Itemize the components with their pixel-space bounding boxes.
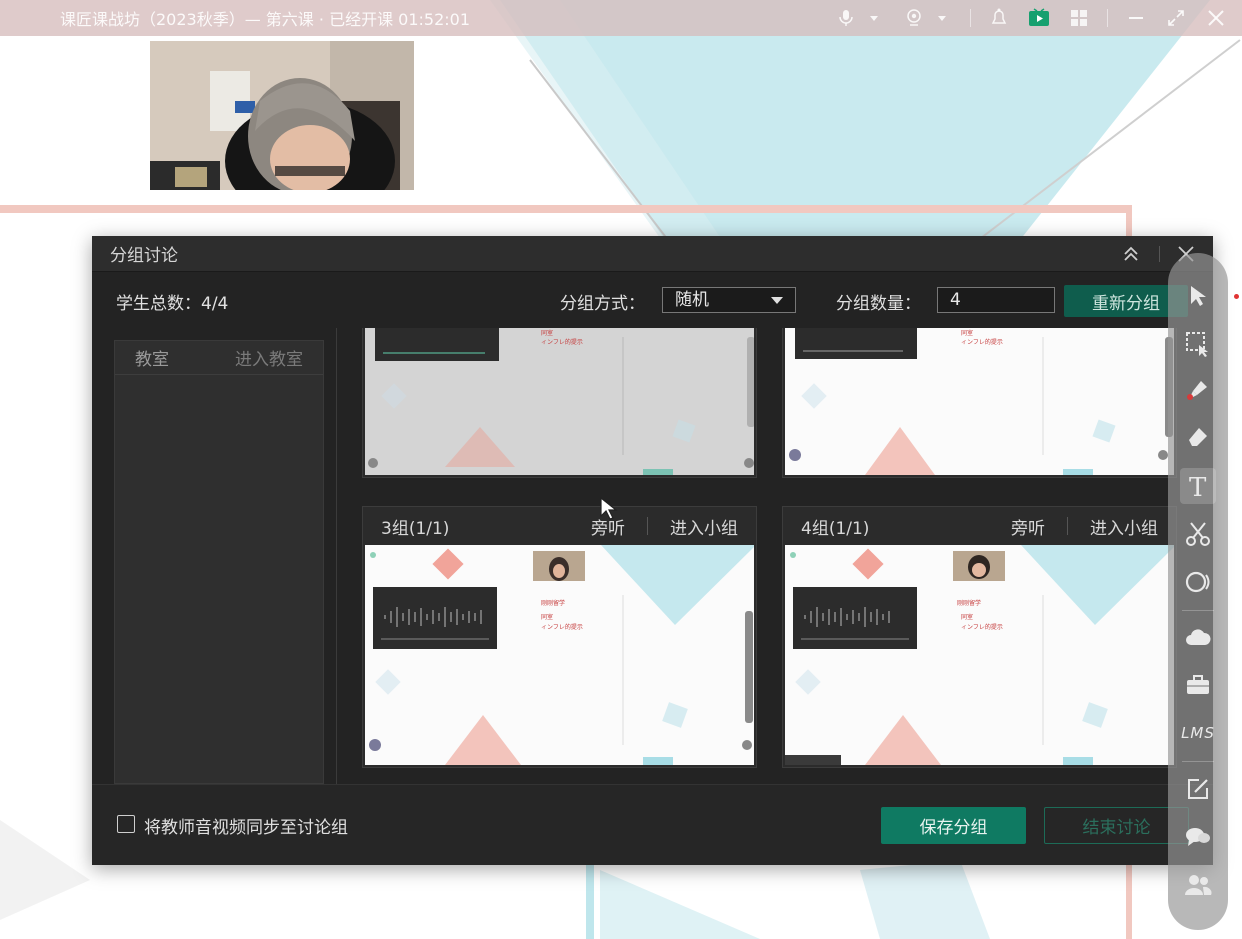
- rooms-list: 教室 进入教室: [114, 340, 324, 784]
- group-method-select[interactable]: 随机: [662, 287, 796, 313]
- svg-text:同室: 同室: [541, 613, 553, 621]
- whiteboard-toolbar: T LMS: [1168, 253, 1228, 930]
- app-title: 课匠课战坊（2023秋季）— 第六课 · 已经开课 01:52:01: [60, 10, 471, 29]
- title-bar-divider: [1107, 9, 1108, 27]
- group-method-label: 分组方式：: [560, 294, 645, 314]
- teacher-video-frame: [150, 41, 414, 190]
- room-row-classroom: 教室 进入教室: [115, 341, 323, 375]
- group-count-label: 分组数量：: [836, 294, 921, 314]
- svg-text:同室: 同室: [541, 329, 553, 337]
- svg-text:ィンフレ的提示: ィンフレ的提示: [541, 623, 583, 631]
- room-name: 教室: [135, 350, 169, 370]
- group-3-preview[interactable]: 刚刚留学 同室 ィンフレ的提示: [365, 545, 754, 765]
- pen-icon[interactable]: [1180, 372, 1216, 408]
- svg-text:ィンフレ的提示: ィンフレ的提示: [541, 338, 583, 346]
- chevron-down-icon[interactable]: [930, 6, 954, 30]
- chat-icon[interactable]: [1180, 819, 1216, 855]
- student-total: 学生总数：4/4: [116, 294, 229, 314]
- text-icon[interactable]: T: [1180, 468, 1216, 504]
- toolbar-divider: [1182, 610, 1214, 611]
- group-card-4: 4组(1/1) 旁听 进入小组 刚刚留学 同室 ィンフレ的提示: [782, 506, 1177, 768]
- toolbox-icon[interactable]: [1180, 667, 1216, 703]
- group-4-header: 4组(1/1) 旁听 进入小组: [783, 507, 1176, 545]
- groups-grid: 同室 ィンフレ的提示 同室 ィンフレ的提示 3组(1/1) 旁听 进入小组 刚刚…: [362, 328, 1177, 784]
- group-method-value: 随机: [675, 290, 709, 310]
- app-title-bar: 课匠课战坊（2023秋季）— 第六课 · 已经开课 01:52:01: [0, 0, 1242, 36]
- group-3-name: 3组(1/1): [381, 518, 450, 539]
- group-1-preview[interactable]: 同室 ィンフレ的提示: [365, 328, 754, 475]
- group-4-enter-button[interactable]: 进入小组: [1090, 514, 1158, 539]
- save-groups-button[interactable]: 保存分组: [881, 807, 1026, 844]
- dialog-header: 分组讨论: [92, 236, 1213, 272]
- group-count-value: 4: [950, 290, 961, 310]
- group-card-2: 同室 ィンフレ的提示: [782, 328, 1177, 478]
- header-divider: [647, 517, 648, 535]
- dialog-footer: 将教师音视频同步至讨论组 保存分组 结束讨论: [92, 784, 1213, 865]
- group-2-preview[interactable]: 同室 ィンフレ的提示: [785, 328, 1174, 475]
- edit-icon[interactable]: [1180, 771, 1216, 807]
- group-discussion-dialog: 分组讨论 学生总数：4/4 分组方式： 随机 分组数量： 4 重新分组 教室 进…: [92, 236, 1213, 865]
- toolbar-divider: [1182, 761, 1214, 762]
- cloud-icon[interactable]: [1180, 619, 1216, 655]
- sync-av-checkbox[interactable]: [117, 815, 135, 833]
- chevron-down-icon: [771, 297, 783, 304]
- eraser-icon[interactable]: [1180, 419, 1216, 455]
- lms-label: LMS: [1181, 724, 1215, 742]
- fullscreen-icon[interactable]: [1164, 6, 1188, 30]
- group-3-enter-button[interactable]: 进入小组: [670, 514, 738, 539]
- teacher-video[interactable]: [150, 41, 414, 190]
- minimize-icon[interactable]: [1124, 6, 1148, 30]
- grid-icon[interactable]: [1067, 6, 1091, 30]
- column-divider: [336, 328, 337, 784]
- chevron-down-icon[interactable]: [862, 6, 886, 30]
- svg-text:ィンフレ的提示: ィンフレ的提示: [961, 623, 1003, 631]
- title-bar-divider: [970, 9, 971, 27]
- mouse-cursor-icon: [600, 497, 618, 520]
- camera-icon[interactable]: [902, 6, 926, 30]
- microphone-icon[interactable]: [834, 6, 858, 30]
- header-divider: [1067, 517, 1068, 535]
- pointer-dot: [1234, 294, 1239, 299]
- pointer-icon[interactable]: [1180, 278, 1216, 314]
- group-count-input[interactable]: 4: [937, 287, 1055, 313]
- close-icon[interactable]: [1204, 6, 1228, 30]
- users-icon[interactable]: [1180, 867, 1216, 903]
- dialog-title: 分组讨论: [110, 246, 178, 266]
- svg-text:同室: 同室: [961, 613, 973, 621]
- svg-text:刚刚留学: 刚刚留学: [541, 599, 565, 607]
- group-card-3: 3组(1/1) 旁听 进入小组 刚刚留学 同室 ィンフレ的提示: [362, 506, 757, 768]
- dialog-toolbar: 学生总数：4/4 分组方式： 随机 分组数量： 4 重新分组: [92, 272, 1213, 328]
- svg-text:同室: 同室: [961, 329, 973, 337]
- group-4-listen-button[interactable]: 旁听: [1011, 514, 1045, 539]
- shape-icon[interactable]: [1180, 564, 1216, 600]
- screen-share-icon[interactable]: [1027, 6, 1051, 30]
- svg-text:ィンフレ的提示: ィンフレ的提示: [961, 338, 1003, 346]
- group-4-name: 4组(1/1): [801, 518, 870, 539]
- sync-av-label[interactable]: 将教师音视频同步至讨论组: [144, 813, 348, 838]
- select-icon[interactable]: [1180, 326, 1216, 362]
- svg-text:刚刚留学: 刚刚留学: [957, 599, 981, 607]
- title-bar-controls: [826, 0, 1242, 36]
- text-tool-label: T: [1189, 473, 1207, 500]
- lms-icon[interactable]: LMS: [1174, 715, 1222, 751]
- group-4-preview[interactable]: 刚刚留学 同室 ィンフレ的提示: [785, 545, 1174, 765]
- collapse-icon[interactable]: [1120, 243, 1142, 265]
- group-card-1: 同室 ィンフレ的提示: [362, 328, 757, 478]
- header-divider: [1159, 246, 1160, 262]
- bell-icon[interactable]: [987, 6, 1011, 30]
- enter-classroom-link[interactable]: 进入教室: [235, 345, 303, 370]
- scissors-icon[interactable]: [1180, 516, 1216, 552]
- group-3-header: 3组(1/1) 旁听 进入小组: [363, 507, 756, 545]
